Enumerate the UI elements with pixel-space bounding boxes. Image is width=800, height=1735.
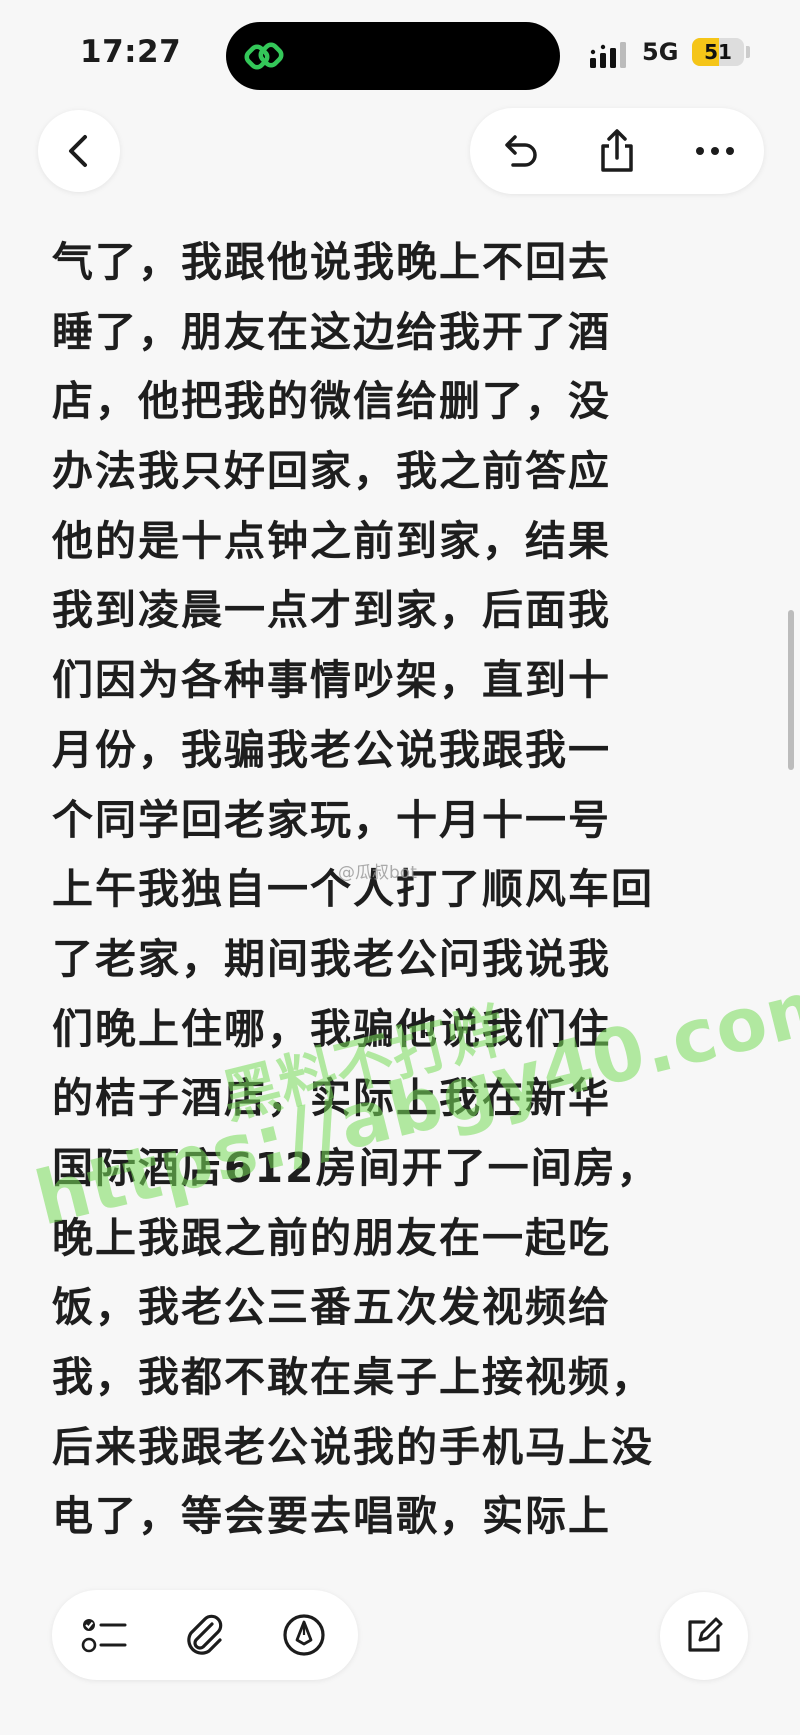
note-line: 们因为各种事情吵架，直到十: [52, 656, 611, 705]
note-line: 的桔子酒店，实际上我在新华: [52, 1074, 611, 1123]
note-line: 我到凌晨一点才到家，后面我: [52, 586, 611, 635]
back-button[interactable]: [38, 110, 120, 192]
note-line: 办法我只好回家，我之前答应: [52, 447, 611, 496]
compose-icon: [688, 1617, 723, 1652]
note-line: 们晚上住哪，我骗他说我们住: [52, 1004, 611, 1053]
dynamic-island[interactable]: [226, 22, 560, 90]
attachment-button[interactable]: [154, 1590, 254, 1680]
battery-level: 51: [704, 40, 732, 64]
undo-icon: [505, 135, 537, 167]
note-line: 个同学回老家玩，十月十一号: [52, 795, 611, 844]
scrollbar[interactable]: [788, 610, 794, 770]
note-line: 饭，我老公三番五次发视频给: [52, 1283, 611, 1332]
battery-icon: 51: [692, 38, 744, 66]
note-body[interactable]: 气了，我跟他说我晚上不回去 睡了，朋友在这边给我开了酒 店，他把我的微信给删了，没办…: [52, 228, 762, 1552]
link-icon: [244, 42, 284, 70]
signal-icon: [590, 42, 626, 68]
note-line: 月份，我骗我老公说我跟我一: [52, 725, 611, 774]
more-icon: [696, 147, 734, 155]
note-line: 了老家，期间我老公问我说我: [52, 934, 611, 983]
status-bar: 17:27 5G 51: [0, 0, 800, 110]
note-line: 睡了，朋友在这边给我开了酒: [52, 307, 611, 356]
note-line: 后来我跟老公说我的手机马上没: [52, 1422, 654, 1471]
share-button[interactable]: [568, 108, 666, 194]
weibo-watermark: @瓜叔bot: [338, 863, 417, 883]
chevron-left-icon: [69, 135, 87, 167]
undo-button[interactable]: [470, 108, 568, 194]
checklist-icon: [81, 1619, 127, 1653]
more-button[interactable]: [666, 108, 764, 194]
note-line: 晚上我跟之前的朋友在一起吃: [52, 1213, 611, 1262]
pen-icon: [283, 1614, 325, 1656]
note-line: 我，我都不敢在桌子上接视频，: [52, 1353, 654, 1401]
markup-button[interactable]: [254, 1590, 354, 1680]
note-line: 店，他把我的微信给删了，没: [52, 377, 611, 426]
paperclip-icon: [187, 1614, 223, 1655]
note-line: 气了，我跟他说我晚上不回去: [52, 238, 611, 286]
battery-cap: [746, 46, 750, 58]
top-action-bar: [470, 108, 764, 194]
network-label: 5G: [642, 38, 679, 66]
note-line: 电了，等会要去唱歌，实际上: [52, 1492, 611, 1541]
checklist-button[interactable]: [54, 1590, 154, 1680]
note-line: 国际酒店612房间开了一间房，: [52, 1143, 660, 1192]
note-line: 他的是十点钟之前到家，结果: [52, 516, 611, 565]
share-icon: [601, 129, 633, 172]
status-time: 17:27: [80, 34, 182, 70]
bottom-toolbar: [52, 1590, 358, 1680]
compose-button[interactable]: [660, 1592, 748, 1680]
